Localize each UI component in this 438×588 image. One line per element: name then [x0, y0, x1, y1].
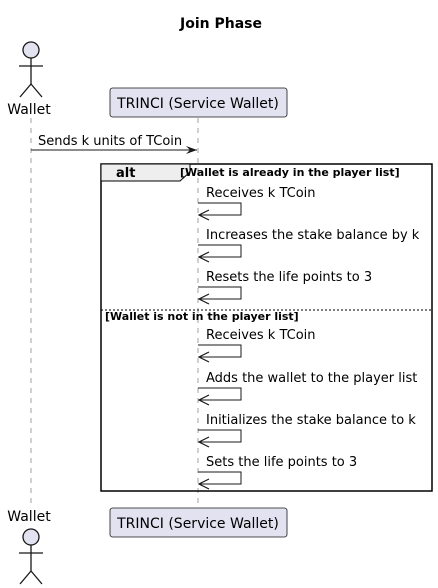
message-label-initializes-stake: Initializes the stake balance to k: [206, 413, 416, 428]
wallet-actor-bottom: [19, 528, 43, 585]
message-label-receives-tcoin-2: Receives k TCoin: [206, 328, 316, 343]
self-message-arrow: [198, 344, 242, 358]
self-message-arrow: [198, 471, 242, 485]
wallet-label-top: Wallet: [7, 102, 51, 118]
message-label-adds-wallet: Adds the wallet to the player list: [206, 371, 417, 386]
service-label-top: TRINCI (Service Wallet): [116, 96, 279, 112]
self-message-arrow: [198, 387, 242, 401]
service-label-bottom: TRINCI (Service Wallet): [116, 516, 279, 532]
message-label-increases-stake: Increases the stake balance by k: [206, 228, 420, 243]
guard-wallet-not-in-list: [Wallet is not in the player list]: [105, 310, 299, 323]
message-label-receives-tcoin: Receives k TCoin: [206, 186, 316, 201]
alt-operator-label: alt: [116, 166, 135, 181]
wallet-label-bottom: Wallet: [7, 509, 51, 525]
message-label-sends-tcoin: Sends k units of TCoin: [38, 134, 182, 149]
self-message-arrow: [198, 429, 242, 443]
self-message-arrow: [198, 202, 242, 216]
sequence-diagram: Join Phase Wallet TRINCI (Service Wallet…: [7, 16, 433, 585]
self-message-arrow: [198, 286, 242, 300]
message-label-resets-life: Resets the life points to 3: [206, 270, 372, 285]
alt-frame-tab: [100, 163, 191, 182]
wallet-actor-top: [19, 41, 43, 98]
guard-wallet-in-list: [Wallet is already in the player list]: [180, 166, 400, 179]
self-message-arrow: [198, 244, 242, 258]
message-label-sets-life: Sets the life points to 3: [206, 455, 357, 470]
diagram-title: Join Phase: [179, 16, 262, 32]
